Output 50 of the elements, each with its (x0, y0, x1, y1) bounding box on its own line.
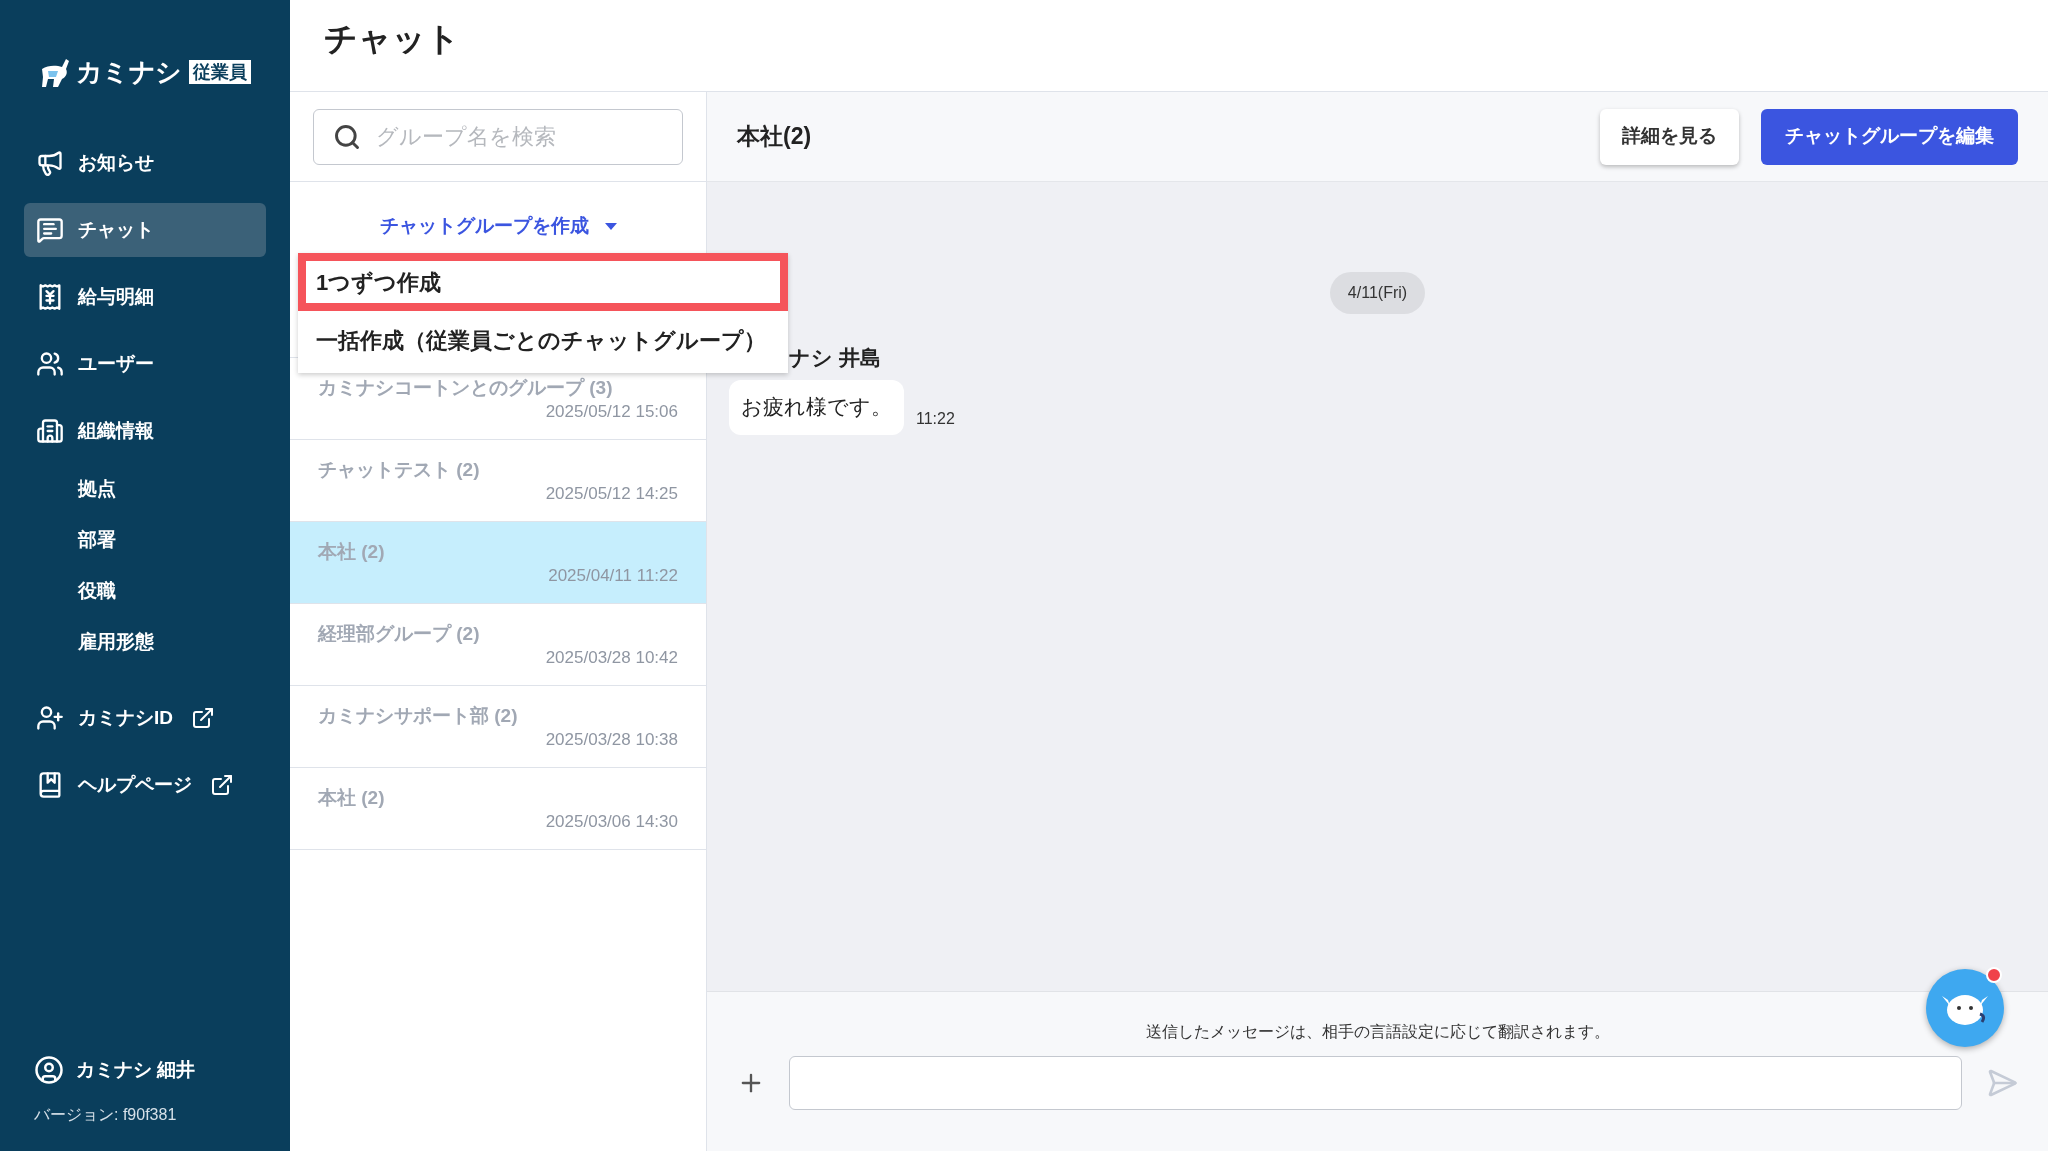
logo-badge: 従業員 (189, 60, 252, 84)
group-time: 2025/05/12 14:25 (545, 482, 678, 505)
nav-item[interactable]: ヘルプページ (24, 758, 266, 812)
external-link-icon (191, 706, 215, 730)
chat-title: 本社(2) (737, 122, 812, 152)
sender-name: ナシ 井島 (789, 345, 881, 371)
group-name: カミナシサポート部 (2) (318, 704, 519, 728)
support-chat-button[interactable] (1926, 969, 2004, 1047)
nav-subitem[interactable]: 役職 (24, 571, 266, 611)
nav-item[interactable]: ユーザー (24, 337, 266, 391)
edit-group-button[interactable]: チャットグループを編集 (1761, 108, 2018, 165)
nav-subitem[interactable]: 拠点 (24, 469, 266, 509)
group-name: カミナシコートンとのグループ (3) (318, 376, 614, 400)
group-time: 2025/03/28 10:38 (545, 728, 678, 751)
user-plus-icon (36, 704, 64, 732)
megaphone-icon (36, 149, 64, 177)
group-time: 2025/03/06 14:30 (545, 810, 678, 833)
version-text: バージョン: f90f381 (34, 1105, 178, 1125)
group-time: 2025/03/28 10:42 (545, 646, 678, 669)
nav-subitem[interactable]: 部署 (24, 520, 266, 560)
group-name: 本社 (2) (318, 786, 386, 810)
message-bubble: お疲れ様です。 (729, 379, 904, 435)
user-name[interactable]: カミナシ 細井 (76, 1055, 196, 1085)
page-title: チャット (324, 18, 460, 59)
create-group-dropdown[interactable]: チャットグループを作成 (379, 212, 617, 241)
caret-icon (604, 222, 617, 231)
group-time: 2025/04/11 11:22 (548, 564, 678, 587)
group-name: 本社 (2) (318, 540, 386, 564)
nav-item[interactable]: カミナシID (24, 691, 266, 745)
user-avatar-icon (34, 1055, 64, 1085)
group-name: 経理部グループ (2) (318, 622, 481, 646)
chat-icon (36, 216, 64, 244)
details-button[interactable]: 詳細を見る (1600, 108, 1739, 165)
message-input[interactable] (789, 1056, 1962, 1110)
users-icon (36, 350, 64, 378)
nav-item[interactable]: お知らせ (24, 136, 266, 190)
logo-text: カミナシ (76, 55, 182, 89)
translation-notice: 送信したメッセージは、相手の言語設定に応じて翻訳されます。 (1145, 1022, 1610, 1042)
group-time: 2025/05/12 15:06 (545, 400, 678, 423)
group-name: チャットテスト (2) (318, 458, 481, 482)
nav-item[interactable]: 給与明細 (24, 270, 266, 324)
nav-item[interactable]: 組織情報 (24, 404, 266, 458)
nav-subitem[interactable]: 雇用形態 (24, 622, 266, 662)
message-time: 11:22 (916, 408, 955, 429)
building-icon (36, 417, 64, 445)
search-field[interactable]: グループ名を検索 (313, 108, 683, 165)
search-icon (333, 122, 361, 151)
nav-item[interactable]: チャット (24, 203, 266, 257)
external-link-icon (210, 773, 234, 797)
menu-item[interactable]: 1つずつ作成 (298, 253, 788, 311)
